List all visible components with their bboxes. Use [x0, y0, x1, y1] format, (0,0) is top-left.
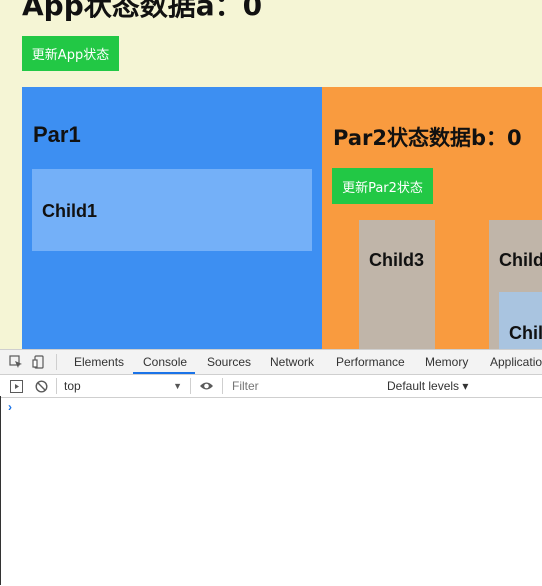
par1-title: Par1: [33, 122, 81, 147]
window-edge: [0, 396, 1, 585]
toolbar-separator: [190, 378, 191, 394]
toolbar-separator: [222, 378, 223, 394]
par1-panel: Par1 Child1: [22, 87, 322, 349]
child4-panel: Child4 Child5: [489, 220, 542, 349]
par2-title: Par2状态数据b：0: [333, 126, 522, 150]
child3-panel: Child3: [359, 220, 435, 349]
console-prompt-icon[interactable]: ›: [8, 400, 12, 414]
toolbar-separator: [56, 378, 57, 394]
context-value: top: [64, 379, 81, 393]
tab-sources[interactable]: Sources: [207, 350, 251, 374]
chevron-down-icon: ▼: [173, 381, 182, 391]
child1-panel: Child1: [32, 169, 312, 251]
update-par2-button[interactable]: 更新Par2状态: [332, 168, 433, 204]
sidebar-icon[interactable]: [8, 378, 24, 394]
child5-title: Child5: [509, 323, 542, 343]
child3-title: Child3: [369, 250, 425, 270]
devtools-tab-bar: Elements Console Sources Network Perform…: [0, 350, 542, 375]
tab-performance[interactable]: Performance: [336, 350, 405, 374]
child5-panel: Child5: [499, 292, 542, 349]
tab-separator: [56, 354, 57, 370]
child1-title: Child1: [42, 201, 98, 221]
tab-memory[interactable]: Memory: [425, 350, 468, 374]
filter-input[interactable]: [230, 377, 384, 395]
clear-console-icon[interactable]: [33, 378, 49, 394]
devtools-panel: Elements Console Sources Network Perform…: [0, 349, 542, 586]
inspect-icon[interactable]: [8, 354, 24, 370]
tab-console[interactable]: Console: [133, 350, 195, 374]
tab-network[interactable]: Network: [270, 350, 314, 374]
par2-panel: Par2状态数据b：0 更新Par2状态 Child3 Child4 Child…: [322, 87, 542, 349]
device-toolbar-icon[interactable]: [31, 354, 47, 370]
tab-application[interactable]: Application: [490, 350, 542, 374]
context-select[interactable]: top ▼: [64, 377, 184, 395]
console-toolbar: top ▼ Default levels ▾: [0, 375, 542, 398]
app-title: App状态数据a：0: [22, 0, 263, 22]
log-levels-select[interactable]: Default levels ▾: [387, 377, 468, 395]
update-app-button[interactable]: 更新App状态: [22, 36, 119, 71]
tab-elements[interactable]: Elements: [74, 350, 124, 374]
child4-title: Child4: [499, 250, 542, 270]
eye-icon[interactable]: [198, 378, 214, 394]
page-viewport: App状态数据a：0 更新App状态 Par1 Child1 Par2状态数据b…: [0, 0, 542, 349]
